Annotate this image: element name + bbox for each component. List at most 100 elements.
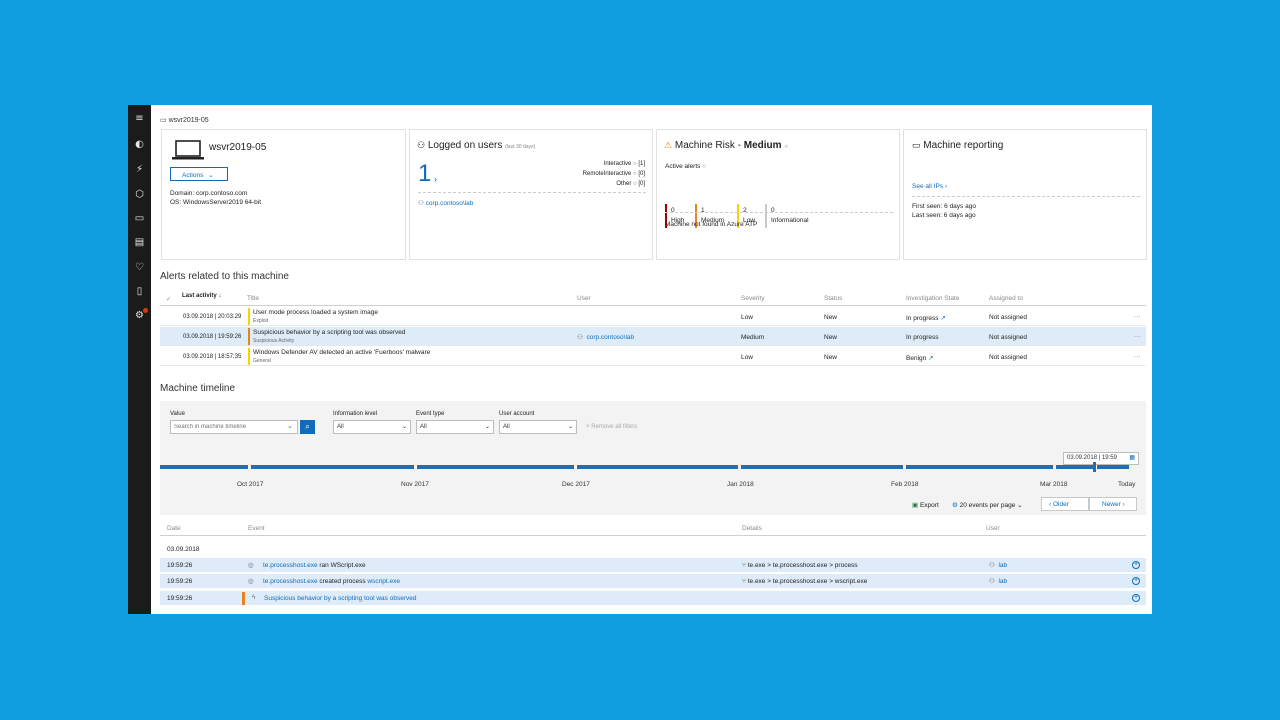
user-account-select[interactable]: All ⌄: [499, 420, 577, 434]
alert-user-link[interactable]: ⚇ corp.contoso\lab: [577, 333, 634, 341]
alert-title[interactable]: Suspicious behavior by a scripting tool …: [253, 329, 405, 336]
automated-investigations-icon[interactable]: ⬡: [134, 189, 145, 200]
dashboard-icon[interactable]: ◐: [134, 139, 145, 150]
info-icon: ○: [633, 181, 637, 187]
newer-button[interactable]: Newer ›: [1089, 497, 1137, 511]
logged-on-title: ⚇ Logged on users (last 30 days): [417, 140, 535, 151]
timeline-segment[interactable]: [160, 465, 248, 469]
severity-indicator: [248, 348, 250, 365]
more-options-icon[interactable]: ···: [1134, 353, 1141, 360]
search-button[interactable]: ⌕: [300, 420, 315, 434]
alert-row[interactable]: 03.09.2018 | 20:03:29 User mode process …: [160, 307, 1146, 326]
expand-icon[interactable]: +: [1132, 561, 1140, 569]
timeline-segment[interactable]: [1097, 465, 1129, 469]
timeline-segment[interactable]: [577, 465, 738, 469]
see-all-ips-link[interactable]: See all IPs ›: [912, 183, 947, 190]
event-time: 19:59:26: [167, 562, 193, 569]
health-icon[interactable]: ♡: [134, 262, 145, 273]
information-level-label: Information level: [333, 411, 378, 417]
severity-indicator: [242, 592, 245, 605]
alert-assigned: Not assigned: [989, 354, 1027, 361]
external-link-icon: ↗: [928, 355, 934, 362]
col-details[interactable]: Details: [742, 525, 762, 532]
chevron-left-icon: ‹: [1049, 501, 1052, 508]
timeline-search-input[interactable]: [170, 420, 298, 434]
timeline-handle[interactable]: [1093, 462, 1096, 472]
evaluation-lab-icon[interactable]: ▯: [134, 286, 145, 297]
timeline-segment[interactable]: [417, 465, 574, 469]
col-assigned-to[interactable]: Assigned to: [989, 295, 1023, 302]
timeline-segment[interactable]: [1056, 465, 1093, 469]
hamburger-menu-icon[interactable]: ≡: [134, 113, 145, 124]
alert-title[interactable]: User mode process loaded a system image: [253, 309, 378, 316]
timeline-date-box[interactable]: 03.09.2018 | 19:59 ▦: [1063, 452, 1139, 465]
expand-icon[interactable]: +: [1132, 577, 1140, 585]
event-process-link[interactable]: te.processhost.exe: [263, 562, 318, 569]
export-button[interactable]: ▣ Export: [912, 501, 939, 509]
actions-button[interactable]: Actions ⌄: [170, 167, 228, 181]
event-user[interactable]: ⚇ lab: [989, 577, 1007, 585]
alert-severity: Medium: [741, 334, 765, 341]
timeline-event-row[interactable]: 19:59:26 ◎ te.processhost.exe ran WScrip…: [160, 558, 1146, 573]
remove-all-filters[interactable]: × Remove all filters: [586, 424, 637, 430]
alert-row[interactable]: 03.09.2018 | 19:59:26 Suspicious behavio…: [160, 327, 1146, 346]
timeline-event-row[interactable]: 19:59:26 ◎ te.processhost.exe created pr…: [160, 574, 1146, 589]
reporting-title-text: Machine reporting: [923, 140, 1004, 151]
event-alert-link[interactable]: Suspicious behavior by a scripting tool …: [264, 595, 416, 602]
col-last-activity[interactable]: Last activity ↓: [182, 293, 221, 299]
excel-icon: ▣: [912, 502, 919, 509]
user-account-label: User account: [499, 411, 535, 417]
timeline-segment[interactable]: [251, 465, 414, 469]
chevron-down-icon: ⌄: [401, 424, 407, 430]
information-level-select[interactable]: All ⌄: [333, 420, 411, 434]
severity-indicator: [248, 308, 250, 325]
event-child-process-link[interactable]: wscript.exe: [367, 578, 400, 585]
col-user[interactable]: User: [577, 295, 591, 302]
check-icon[interactable]: ✓: [166, 295, 171, 303]
timeline-segment[interactable]: [741, 465, 903, 469]
events-date-group: 03.09.2018: [167, 546, 200, 553]
event-description: te.processhost.exe created process wscri…: [263, 578, 400, 585]
alert-title[interactable]: Windows Defender AV detected an active '…: [253, 349, 430, 356]
col-severity[interactable]: Severity: [741, 295, 764, 302]
events-per-page-select[interactable]: ⚙ 20 events per page ⌄: [952, 501, 1023, 509]
breadcrumb-machine[interactable]: wsvr2019-05: [169, 117, 209, 124]
machine-name: wsvr2019-05: [209, 142, 267, 153]
logon-breakdown: Interactive ○ [1] RemoteInteractive ○ [0…: [583, 159, 645, 189]
col-status[interactable]: Status: [824, 295, 842, 302]
alert-investigation[interactable]: Benign ↗: [906, 354, 934, 362]
process-tree-icon: ⑂: [742, 562, 746, 569]
alert-time: 03.09.2018 | 18:57:35: [183, 354, 242, 360]
more-options-icon[interactable]: ···: [1134, 313, 1141, 320]
chevron-right-icon[interactable]: ›: [434, 174, 437, 184]
older-button[interactable]: ‹ Older: [1041, 497, 1089, 511]
col-user[interactable]: User: [986, 525, 1000, 532]
sort-down-icon: ↓: [218, 293, 222, 299]
alerts-icon[interactable]: ⚡: [134, 164, 145, 175]
machines-icon[interactable]: ▭: [134, 213, 145, 224]
timeline-event-row[interactable]: 19:59:26 ϟ Suspicious behavior by a scri…: [160, 591, 1146, 606]
event-user[interactable]: ⚇ lab: [989, 561, 1007, 569]
more-options-icon[interactable]: ···: [1134, 333, 1141, 340]
timeline-month-label: Today: [1118, 481, 1136, 488]
value-label: Value: [170, 411, 185, 417]
col-date[interactable]: Date: [167, 525, 181, 532]
expand-icon[interactable]: +: [1132, 594, 1140, 602]
info-icon: ○: [633, 171, 637, 177]
severity-indicator: [248, 328, 250, 345]
col-investigation-state[interactable]: Investigation State: [906, 295, 959, 302]
action-center-icon[interactable]: ▤: [134, 237, 145, 248]
timeline-segment[interactable]: [906, 465, 1053, 469]
logged-on-user-link[interactable]: ⚇ corp.contoso\lab: [418, 199, 473, 207]
alert-investigation[interactable]: In progress ↗: [906, 314, 946, 322]
col-title[interactable]: Title: [247, 295, 259, 302]
logon-type-remote: RemoteInteractive ○ [0]: [582, 171, 645, 177]
machine-domain: Domain: corp.contoso.com: [170, 190, 248, 197]
event-process-link[interactable]: te.processhost.exe: [263, 578, 318, 585]
event-type-select[interactable]: All ⌄: [416, 420, 494, 434]
logged-on-count[interactable]: 1: [418, 160, 431, 188]
alerts-header-row: ✓ Last activity ↓ Title User Severity St…: [160, 291, 1146, 306]
severity-informational[interactable]: 0 Informational: [771, 206, 809, 226]
alert-row[interactable]: 03.09.2018 | 18:57:35 Windows Defender A…: [160, 347, 1146, 366]
col-event[interactable]: Event: [248, 525, 265, 532]
